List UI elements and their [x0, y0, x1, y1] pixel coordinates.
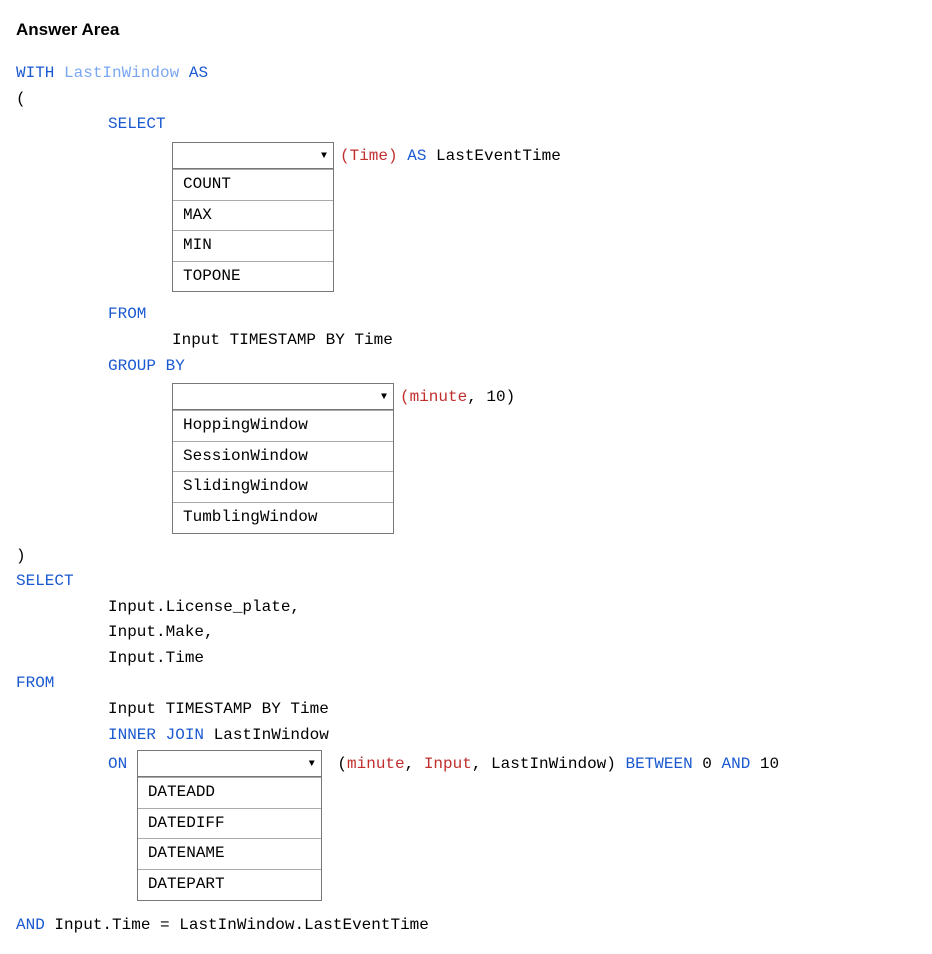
dropdown1-selected[interactable] [173, 143, 333, 169]
between-keyword: BETWEEN [625, 755, 692, 773]
on-row: ON DATEADD DATEDIFF DATENAME DATEPART (m… [16, 750, 916, 900]
groupby-keyword: GROUP BY [108, 357, 185, 375]
minute-arg2: minute [347, 755, 405, 773]
dropdown2-selected[interactable] [173, 384, 393, 410]
select-col2: Input.Make, [16, 620, 916, 646]
dropdown3-trailing: (minute, Input, LastInWindow) BETWEEN 0 … [322, 750, 779, 778]
from2-text: Input TIMESTAMP BY Time [108, 700, 329, 718]
and-keyword1: AND [722, 755, 751, 773]
lastevent-name: LastEventTime [436, 147, 561, 165]
dropdown3-option-datediff[interactable]: DATEDIFF [138, 808, 321, 839]
outer-from-line: FROM [16, 671, 916, 697]
comma2: , [472, 755, 491, 773]
select-col1: Input.License_plate, [16, 595, 916, 621]
input-arg: Input [424, 755, 472, 773]
and-keyword2: AND [16, 916, 45, 934]
outer-from-keyword: FROM [16, 674, 54, 692]
sel2-text: Input.Make, [108, 623, 214, 641]
sel1-text: Input.License_plate, [108, 598, 300, 616]
num-ten: 10 [750, 755, 779, 773]
with-line: WITH LastInWindow AS [16, 61, 916, 87]
paren-open-text: ( [16, 90, 26, 108]
with-keyword: WITH [16, 64, 54, 82]
as-keyword: AS [189, 64, 208, 82]
on-prefix: ON [108, 750, 137, 778]
outer-select-line: SELECT [16, 569, 916, 595]
dropdown1-row: COUNT MAX MIN TOPONE (Time) AS LastEvent… [16, 142, 916, 292]
outer-from-body: Input TIMESTAMP BY Time [16, 697, 916, 723]
dropdown1-option-topone[interactable]: TOPONE [173, 261, 333, 292]
final-condition: Input.Time = LastInWindow.LastEventTime [45, 916, 429, 934]
outer-select-keyword: SELECT [16, 572, 74, 590]
paren-close-text: ) [16, 547, 26, 565]
time-arg: (Time) [340, 147, 398, 165]
cte-from-body: Input TIMESTAMP BY Time [16, 328, 916, 354]
num-zero: 0 [693, 755, 722, 773]
dropdown2-option-hopping[interactable]: HoppingWindow [173, 410, 393, 441]
paren-open3: ( [328, 755, 347, 773]
cte-name: LastInWindow [64, 64, 179, 82]
join-target: LastInWindow [204, 726, 329, 744]
dropdown2-option-sliding[interactable]: SlidingWindow [173, 471, 393, 502]
lastinwin-arg: LastInWindow) [491, 755, 625, 773]
dropdown3-option-datename[interactable]: DATENAME [138, 838, 321, 869]
comma1: , [405, 755, 424, 773]
dropdown3-option-datepart[interactable]: DATEPART [138, 869, 321, 900]
dropdown1-option-min[interactable]: MIN [173, 230, 333, 261]
paren-close: ) [16, 544, 916, 570]
page-title: Answer Area [16, 16, 916, 43]
num-10: , 10) [467, 388, 515, 406]
minute-arg: (minute [400, 388, 467, 406]
select-col3: Input.Time [16, 646, 916, 672]
dropdown2-trailing: (minute, 10) [394, 383, 515, 411]
cte-select-line: SELECT [16, 112, 916, 138]
paren-open: ( [16, 87, 916, 113]
dropdown1-trailing: (Time) AS LastEventTime [334, 142, 561, 170]
dropdown1-option-max[interactable]: MAX [173, 200, 333, 231]
dropdown2-option-tumbling[interactable]: TumblingWindow [173, 502, 393, 533]
cte-from-line: FROM [16, 302, 916, 328]
input-ts: Input TIMESTAMP BY Time [172, 331, 393, 349]
window-function-dropdown[interactable]: HoppingWindow SessionWindow SlidingWindo… [172, 383, 394, 533]
dropdown3-option-dateadd[interactable]: DATEADD [138, 777, 321, 808]
group-by-line: GROUP BY [16, 354, 916, 380]
inner-join-line: INNER JOIN LastInWindow [16, 723, 916, 749]
final-and-line: AND Input.Time = LastInWindow.LastEventT… [16, 913, 916, 939]
on-keyword: ON [108, 755, 127, 773]
dropdown2-row: HoppingWindow SessionWindow SlidingWindo… [16, 383, 916, 533]
select-keyword: SELECT [108, 115, 166, 133]
dropdown2-option-session[interactable]: SessionWindow [173, 441, 393, 472]
date-function-dropdown[interactable]: DATEADD DATEDIFF DATENAME DATEPART [137, 750, 322, 900]
from-keyword: FROM [108, 305, 146, 323]
sel3-text: Input.Time [108, 649, 204, 667]
dropdown3-selected[interactable] [138, 751, 321, 777]
aggregate-function-dropdown[interactable]: COUNT MAX MIN TOPONE [172, 142, 334, 292]
inner-join-keyword: INNER JOIN [108, 726, 204, 744]
dropdown1-option-count[interactable]: COUNT [173, 169, 333, 200]
as-kw2: AS [398, 147, 436, 165]
